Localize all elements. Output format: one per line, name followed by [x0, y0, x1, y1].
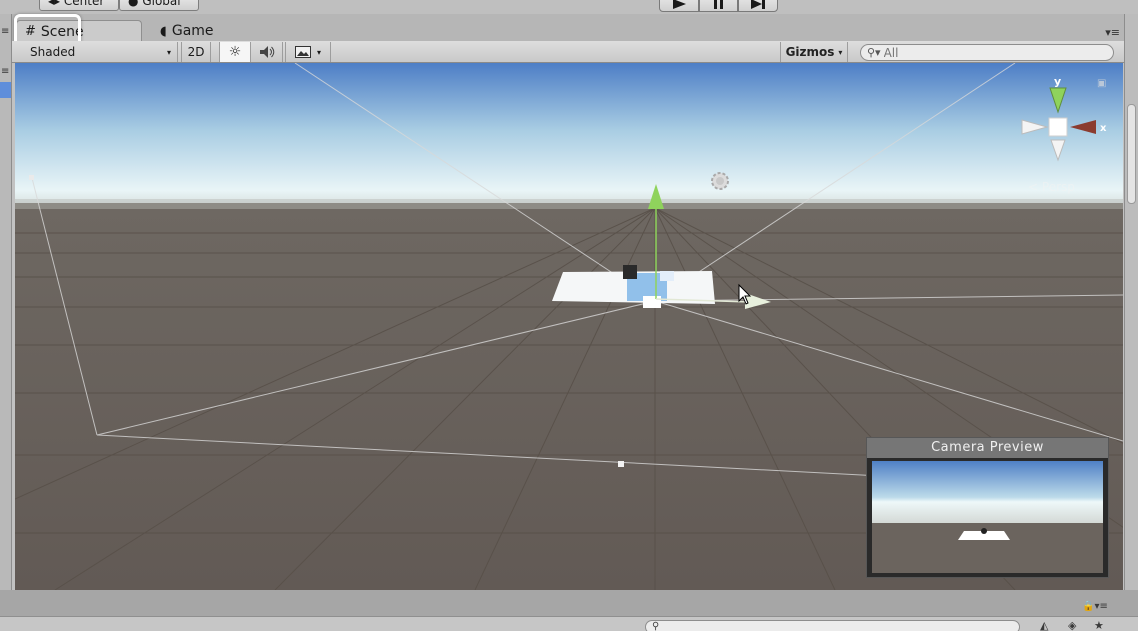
tab-game[interactable]: ◖ Game: [152, 20, 262, 42]
search-icon: ⚲▾: [867, 46, 881, 59]
y-axis-label: y: [1054, 75, 1061, 88]
audio-toggle-button[interactable]: [251, 42, 283, 62]
scene-tabs: # Scene ◖ Game ▾≡: [12, 14, 1124, 42]
filter-by-type-icon[interactable]: ◭: [1040, 619, 1048, 631]
favorite-star-icon[interactable]: ★: [1094, 619, 1104, 631]
main-toolbar: ◂▸ Center ● Global: [0, 0, 1138, 14]
lock-icon[interactable]: ▣: [1097, 78, 1106, 89]
gizmos-dropdown[interactable]: Gizmos ▾: [780, 42, 848, 62]
image-icon: [294, 46, 311, 58]
panel-divider: [0, 590, 1138, 616]
pivot-center-button[interactable]: ◂▸ Center: [39, 0, 119, 11]
scene-toolbar: Shaded ▾ 2D ☼ ▾ Gizmos ▾ ⚲▾: [12, 41, 1124, 63]
dropdown-arrow-icon: ▾: [166, 47, 171, 57]
center-label: Center: [63, 0, 105, 8]
grid-icon: #: [25, 24, 36, 39]
persp-text: Persp: [1041, 180, 1075, 194]
selection-highlight: [0, 82, 11, 98]
sun-icon: ☼: [228, 44, 242, 60]
dropdown-arrow-icon: ▾: [838, 47, 843, 57]
dropdown-arrow-icon: ▾: [316, 47, 321, 57]
pause-icon: [713, 0, 723, 9]
x-axis-label: x: [1100, 123, 1107, 134]
sun-light-gizmo[interactable]: [711, 172, 729, 190]
pacman-icon: ◖: [160, 23, 167, 39]
pause-button[interactable]: [698, 0, 739, 12]
search-input[interactable]: [883, 45, 1104, 60]
tab-game-label: Game: [171, 23, 214, 39]
playback-controls: [659, 0, 779, 12]
left-panel-edge: ≡ ≡: [0, 14, 12, 590]
scrollbar-thumb[interactable]: [1127, 104, 1136, 204]
bottom-panel-toolbar: ⚲ ◭ ◈ ★: [0, 616, 1138, 631]
hierarchy-search-field[interactable]: ⚲▾: [860, 44, 1114, 61]
center-icon: ◂▸: [48, 0, 61, 8]
tab-scene-label: Scene: [40, 23, 84, 40]
tab-menu-icon[interactable]: ▾≡: [1105, 26, 1120, 39]
play-icon: [672, 0, 686, 9]
label-icon[interactable]: ◈: [1068, 619, 1076, 631]
speaker-icon: [259, 46, 274, 58]
2d-label: 2D: [187, 45, 205, 59]
step-icon: [751, 0, 766, 9]
step-button[interactable]: [738, 0, 779, 12]
project-search-field[interactable]: ⚲: [645, 620, 1020, 631]
panel-menu-icon[interactable]: ≡: [1, 26, 9, 37]
lock-icon[interactable]: 🔒▾≡: [1082, 601, 1108, 612]
right-scrollbar[interactable]: [1124, 14, 1138, 590]
shading-mode-label: Shaded: [30, 45, 76, 59]
tab-scene[interactable]: # Scene: [16, 20, 142, 42]
panel-menu-icon[interactable]: ≡: [1, 66, 9, 77]
lighting-toggle-button[interactable]: ☼: [219, 42, 251, 62]
play-button[interactable]: [659, 0, 699, 12]
pivot-global-button[interactable]: ● Global: [119, 0, 199, 11]
camera-preview-title: Camera Preview: [867, 438, 1108, 458]
projection-label[interactable]: < Persp: [1028, 180, 1075, 194]
globe-icon: ●: [128, 0, 139, 8]
gizmos-label: Gizmos: [785, 45, 835, 59]
effects-dropdown[interactable]: ▾: [285, 42, 331, 62]
camera-preview-view: [872, 461, 1103, 573]
camera-preview-panel: Camera Preview: [866, 437, 1109, 578]
persp-arrow-icon: <: [1028, 180, 1039, 194]
2d-toggle-button[interactable]: 2D: [181, 42, 211, 62]
global-label: Global: [142, 0, 181, 8]
search-icon: ⚲: [652, 621, 660, 631]
shading-mode-dropdown[interactable]: Shaded ▾: [18, 42, 178, 62]
